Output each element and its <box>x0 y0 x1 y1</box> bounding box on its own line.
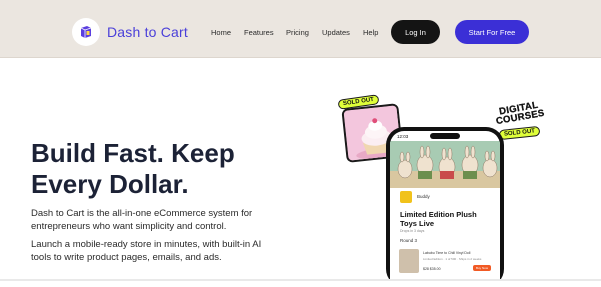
plush-toys-banner-image <box>390 141 500 188</box>
phone-section-label: Round 3 <box>400 238 418 243</box>
phone-subtitle: Drops in 3 days <box>400 229 425 233</box>
product-name: Labubu Time to Chill Vinyl Doll <box>423 251 471 255</box>
phone-status-bar: 12:03 <box>390 131 500 141</box>
sold-out-sticker-phone: SOLD OUT <box>498 125 541 141</box>
hero-description-1-line1: Dash to Cart is the all-in-one eCommerce… <box>31 208 253 219</box>
digital-courses-sticker: DIGITAL COURSES <box>494 100 546 128</box>
buy-now-button[interactable]: Buy Now <box>473 265 491 271</box>
login-button[interactable]: Log In <box>391 20 440 44</box>
phone-mockup: 12:03 Buddy Limited Edition Plush Toys L… <box>386 127 504 287</box>
hero-description-2-line1: Launch a mobile-ready store in minutes, … <box>31 239 262 250</box>
site-header: Dash to Cart Home Features Pricing Updat… <box>0 0 601 58</box>
product-thumbnail <box>399 249 419 273</box>
product-price: $28 $35.00 <box>423 267 441 271</box>
hero-description-2: Launch a mobile-ready store in minutes, … <box>31 238 261 264</box>
hero-description-1: Dash to Cart is the all-in-one eCommerce… <box>31 207 252 233</box>
hero-title-line1: Build Fast. Keep <box>31 138 235 168</box>
hero-title: Build Fast. Keep Every Dollar. <box>31 138 291 200</box>
phone-product-title: Limited Edition Plush Toys Live <box>400 210 477 228</box>
plush-toys-illustration <box>390 141 500 188</box>
phone-product-row[interactable]: Labubu Time to Chill Vinyl Doll Limited … <box>399 249 491 279</box>
phone-notch <box>430 133 460 139</box>
product-meta: Limited Edition · 1 of 500 · Ships in 2 … <box>423 257 482 261</box>
nav-home[interactable]: Home <box>211 28 231 37</box>
logo-badge[interactable] <box>72 18 100 46</box>
brand-name[interactable]: Dash to Cart <box>107 24 188 40</box>
cart-box-logo-icon <box>80 26 92 38</box>
phone-screen: 12:03 Buddy Limited Edition Plush Toys L… <box>390 131 500 287</box>
hero-description-2-line2: tools to write product pages, emails, an… <box>31 252 222 263</box>
nav-pricing[interactable]: Pricing <box>286 28 309 37</box>
shop-logo-icon <box>400 191 412 203</box>
start-free-button[interactable]: Start For Free <box>455 20 529 44</box>
nav-help[interactable]: Help <box>363 28 378 37</box>
phone-time: 12:03 <box>397 134 409 139</box>
nav-features[interactable]: Features <box>244 28 274 37</box>
nav-updates[interactable]: Updates <box>322 28 350 37</box>
shop-name[interactable]: Buddy <box>417 194 430 199</box>
hero-title-line2: Every Dollar. <box>31 169 189 199</box>
hero-description-1-line2: entrepreneurs who want simplicity and co… <box>31 221 227 232</box>
